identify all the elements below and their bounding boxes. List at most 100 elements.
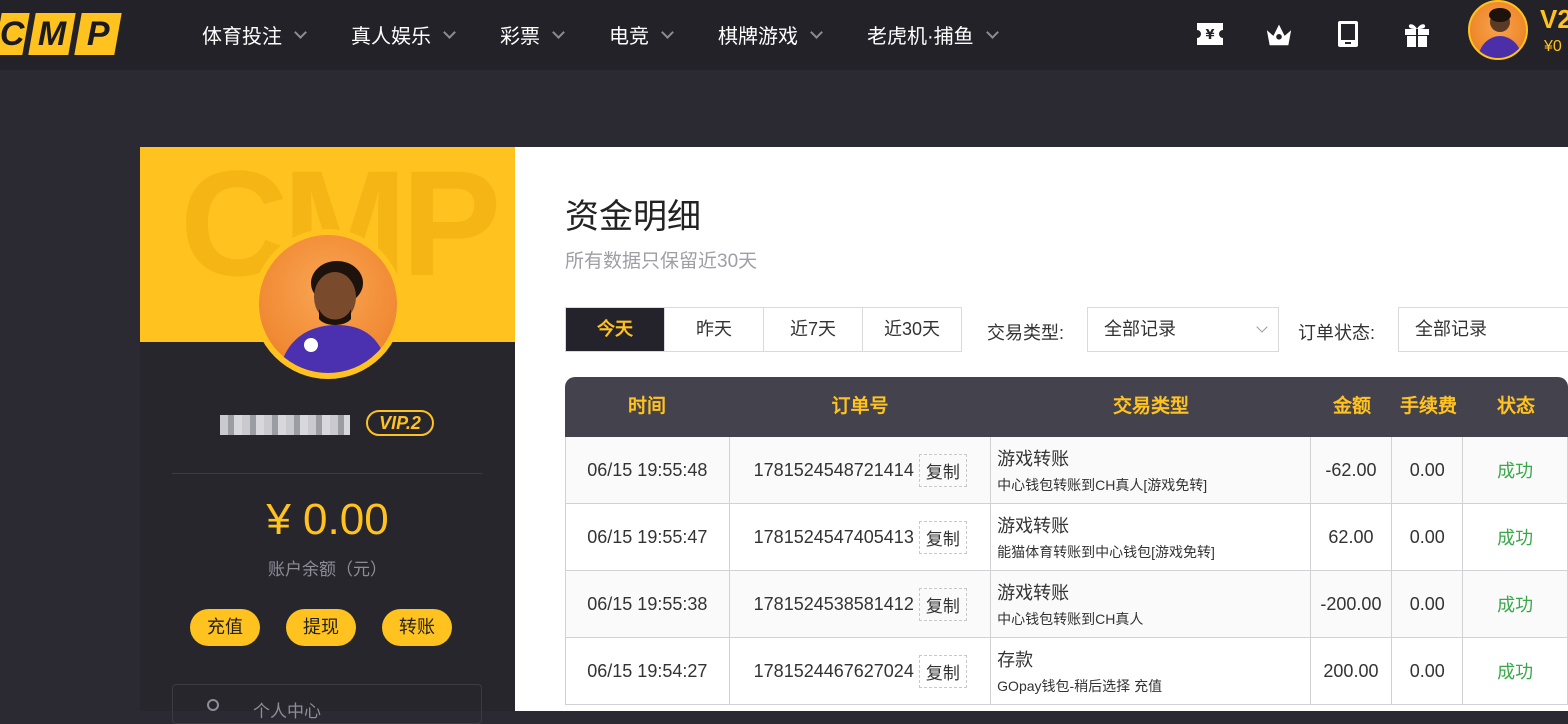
transfer-button[interactable]: 转账 (382, 609, 452, 646)
page-subtitle: 所有数据只保留近30天 (565, 251, 758, 272)
logo-letter: P (86, 14, 110, 53)
cell-fee: 0.00 (1392, 437, 1464, 503)
column-header: 手续费 (1399, 396, 1457, 417)
header-icons: ¥ (1196, 20, 1472, 48)
tab-last-7-days[interactable]: 近7天 (763, 308, 862, 351)
date-tabs: 今天 昨天 近7天 近30天 (565, 307, 962, 352)
nav-item-live-casino[interactable]: 真人娱乐 (351, 20, 456, 49)
vip-level: V2 (1540, 4, 1568, 34)
nav-label: 彩票 (500, 26, 540, 48)
chevron-down-icon (294, 25, 307, 39)
sidebar-item-personal-center[interactable]: 个人中心 (172, 684, 482, 724)
wallet-actions: 充值 提现 转账 (190, 609, 478, 646)
cell-fee: 0.00 (1392, 571, 1464, 637)
user-icon (207, 699, 219, 711)
username-blurred (220, 415, 350, 435)
transaction-desc: 能猫体育转账到中心钱包[游戏免转] (997, 544, 1215, 560)
nav-item-esports[interactable]: 电竞 (609, 20, 674, 49)
tablet-icon[interactable] (1334, 20, 1362, 48)
cell-amount: -62.00 (1311, 437, 1393, 503)
cell-time: 06/15 19:55:47 (566, 504, 730, 570)
top-navbar: C M P 体育投注 真人娱乐 彩票 电竞 棋牌游戏 老虎机·捕鱼 ¥ V2 ¥… (0, 0, 1568, 70)
order-number: 1781524548721414 (753, 459, 914, 480)
cell-amount: 200.00 (1311, 638, 1393, 704)
table-header: 时间 订单号 交易类型 金额 手续费 状态 (565, 377, 1568, 437)
crown-icon[interactable] (1265, 20, 1293, 48)
transaction-desc: 中心钱包转账到CH真人[游戏免转] (997, 477, 1208, 493)
divider (172, 473, 482, 474)
balance-label: 账户余额（元） (268, 560, 387, 579)
table-row: 06/15 19:54:27 1781524467627024 复制 存款 GOpa… (565, 638, 1568, 705)
order-status-select[interactable]: 全部记录 (1398, 307, 1568, 352)
select-value: 全部记录 (1415, 319, 1487, 339)
cell-type: 游戏转账 能猫体育转账到中心钱包[游戏免转] (991, 504, 1311, 570)
cell-time: 06/15 19:55:38 (566, 571, 730, 637)
transaction-type: 游戏转账 (997, 583, 1070, 603)
copy-button[interactable]: 复制 (918, 453, 967, 487)
yen-ticket-icon[interactable]: ¥ (1196, 20, 1224, 48)
cell-time: 06/15 19:54:27 (566, 638, 730, 704)
nav-item-card-games[interactable]: 棋牌游戏 (718, 20, 823, 49)
cell-order: 1781524548721414 复制 (730, 437, 992, 503)
transaction-type: 存款 (997, 650, 1034, 670)
transaction-type: 游戏转账 (997, 449, 1070, 469)
logo-tile: P (74, 13, 122, 55)
withdraw-button[interactable]: 提现 (286, 609, 356, 646)
deposit-button[interactable]: 充值 (190, 609, 260, 646)
nav-label: 体育投注 (202, 26, 282, 48)
tab-today[interactable]: 今天 (566, 308, 664, 351)
transaction-type-label: 交易类型: (987, 323, 1065, 343)
chevron-down-icon (443, 25, 456, 39)
cell-type: 存款 GOpay钱包-稍后选择 充值 (991, 638, 1311, 704)
page-title: 资金明细 (565, 198, 701, 236)
status-badge: 成功 (1497, 595, 1534, 615)
order-number: 1781524538581412 (753, 593, 914, 614)
cell-amount: -200.00 (1311, 571, 1393, 637)
transaction-desc: 中心钱包转账到CH真人 (997, 611, 1144, 627)
column-header: 时间 (627, 396, 666, 417)
copy-button[interactable]: 复制 (918, 520, 967, 554)
table-row: 06/15 19:55:48 1781524548721414 复制 游戏转账中心… (565, 437, 1568, 504)
chevron-down-icon (552, 25, 565, 39)
copy-button[interactable]: 复制 (918, 587, 967, 621)
transaction-type-select[interactable]: 全部记录 (1087, 307, 1279, 352)
transactions-table: 时间 订单号 交易类型 金额 手续费 状态 06/15 19:55:48 178… (565, 377, 1568, 705)
cell-order: 1781524538581412 复制 (730, 571, 992, 637)
chevron-down-icon (985, 25, 999, 39)
chevron-down-icon (661, 25, 674, 39)
status-badge: 成功 (1497, 662, 1534, 682)
cell-type: 游戏转账中心钱包转账到CH真人 (991, 571, 1311, 637)
cell-fee: 0.00 (1392, 638, 1464, 704)
nav-item-lottery[interactable]: 彩票 (500, 20, 565, 49)
logo-tile: C (0, 13, 30, 55)
profile-avatar (253, 229, 403, 379)
tab-yesterday[interactable]: 昨天 (664, 308, 763, 351)
order-number: 1781524467627024 (753, 660, 914, 681)
order-number: 1781524547405413 (753, 526, 914, 547)
avatar[interactable] (1468, 0, 1528, 60)
cell-type: 游戏转账中心钱包转账到CH真人[游戏免转] (991, 437, 1311, 503)
column-header: 交易类型 (1112, 396, 1189, 417)
copy-button[interactable]: 复制 (918, 654, 967, 688)
status-badge: 成功 (1497, 461, 1534, 481)
logo[interactable]: C M P (0, 13, 124, 55)
chevron-down-icon (1256, 321, 1268, 333)
main-content: 资金明细 所有数据只保留近30天 今天 昨天 近7天 近30天 交易类型: 全部… (515, 147, 1568, 711)
gift-icon[interactable] (1403, 20, 1431, 48)
tab-last-30-days[interactable]: 近30天 (862, 308, 961, 351)
select-value: 全部记录 (1104, 319, 1176, 339)
logo-letter: C (0, 14, 25, 53)
account-balance: ¥ 0.00 (266, 495, 389, 544)
nav-label: 老虎机·捕鱼 (867, 26, 974, 48)
nav-item-slots-fishing[interactable]: 老虎机·捕鱼 (867, 20, 999, 49)
nav-item-sports[interactable]: 体育投注 (202, 20, 307, 49)
column-header: 状态 (1496, 396, 1535, 417)
sidebar-item-label: 个人中心 (253, 702, 321, 721)
logo-letter: M (37, 14, 67, 53)
cell-order: 1781524547405413 复制 (730, 504, 992, 570)
nav-label: 真人娱乐 (351, 26, 431, 48)
chevron-down-icon (810, 25, 823, 39)
cell-time: 06/15 19:55:48 (566, 437, 730, 503)
svg-text:¥: ¥ (1205, 28, 1214, 43)
nav-label: 棋牌游戏 (718, 26, 798, 48)
